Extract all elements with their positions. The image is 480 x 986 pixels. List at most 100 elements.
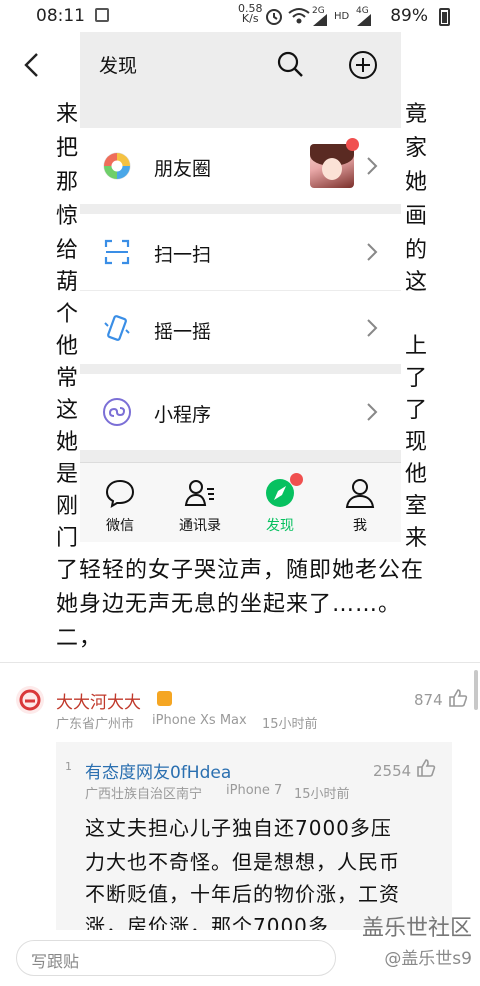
- menu-item-label: 朋友圈: [154, 158, 212, 180]
- watermark-title: 盖乐世社区: [361, 916, 472, 941]
- mini-program-icon: [103, 398, 131, 426]
- article-edge-char: 室: [405, 494, 428, 519]
- notification-icon: [95, 8, 109, 22]
- article-edge-char: 画: [405, 204, 428, 229]
- wifi-icon: [288, 8, 310, 24]
- menu-item-label: 摇一摇: [154, 321, 212, 343]
- article-line: 了轻轻的女子哭泣声，随即她老公在: [56, 558, 425, 583]
- article-edge-char: 上: [405, 334, 428, 359]
- article-line: 给: [56, 238, 80, 263]
- article-line: 她身边无声无息的坐起来了……。: [56, 592, 402, 617]
- article-edge-char: 了: [405, 398, 428, 423]
- bottom-tab-bar: 微信 通讯录 发现 我: [80, 462, 401, 542]
- search-icon[interactable]: [276, 50, 304, 78]
- status-bar: 08:11 0.58 K/s 2G HD 4G 89%: [0, 0, 480, 32]
- signal-2g-icon: [313, 14, 327, 26]
- person-icon: [345, 479, 375, 508]
- user-logo-icon: [19, 689, 41, 711]
- tab-chats[interactable]: 微信: [80, 463, 160, 543]
- discover-panel: 发现 朋友圈 扫一扫 摇一摇 小程序 微信 通讯录 发现 我: [80, 32, 401, 542]
- article-edge-char: 竟: [405, 102, 428, 127]
- article-line: 惊: [56, 204, 80, 229]
- reply-location: 广西壮族自治区南宁: [85, 787, 203, 802]
- tab-label: 微信: [106, 518, 134, 534]
- moments-badge: [346, 138, 359, 151]
- menu-item-mini-programs[interactable]: 小程序: [80, 374, 401, 450]
- page-title: 发现: [99, 55, 138, 77]
- article-line: 葫: [56, 270, 80, 295]
- shake-icon: [104, 315, 130, 341]
- scrollbar[interactable]: [474, 670, 478, 710]
- reply-floor-number: 1: [65, 760, 72, 773]
- tab-me[interactable]: 我: [320, 463, 400, 543]
- hd-label: HD: [334, 11, 350, 22]
- vip-badge-icon: [157, 691, 172, 706]
- battery-percent: 89%: [390, 6, 428, 26]
- article-line: 那: [56, 170, 80, 195]
- menu-item-moments[interactable]: 朋友圈: [80, 128, 401, 204]
- moments-icon: [103, 152, 131, 180]
- tab-contacts[interactable]: 通讯录: [160, 463, 240, 543]
- back-arrow-icon[interactable]: [18, 50, 48, 80]
- chevron-right-icon: [367, 319, 378, 337]
- reply-time: 15小时前: [294, 787, 350, 802]
- menu-item-scan[interactable]: 扫一扫: [80, 214, 401, 290]
- discover-badge: [290, 473, 303, 486]
- article-line: 是: [56, 462, 80, 487]
- thumbs-up-icon[interactable]: [448, 688, 468, 708]
- article-line: 这: [56, 398, 80, 423]
- contacts-icon: [184, 480, 214, 506]
- reply-device: iPhone 7: [226, 783, 283, 798]
- chevron-right-icon: [367, 403, 378, 421]
- reply-input-placeholder: 写跟贴: [31, 952, 80, 971]
- battery-icon: [439, 8, 450, 26]
- alarm-icon: [266, 9, 282, 25]
- add-icon[interactable]: [348, 50, 378, 80]
- reply-text-line: 这丈夫担心儿子独自还7000多压: [85, 816, 392, 840]
- article-edge-char: 现: [405, 430, 428, 455]
- friend-avatar: [310, 144, 354, 188]
- article-line: 个: [56, 302, 80, 327]
- comment-time: 15小时前: [262, 717, 318, 732]
- article-line: 门: [56, 526, 80, 551]
- commenter-name[interactable]: 大大河大大: [56, 688, 141, 713]
- status-time: 08:11: [36, 6, 85, 26]
- reply-author-name[interactable]: 有态度网友0fHdea: [85, 758, 231, 783]
- discover-header: 发现: [80, 32, 401, 97]
- article-edge-char: 了: [405, 366, 428, 391]
- avatar-face: [322, 158, 342, 180]
- net-speed: 0.58 K/s: [238, 3, 263, 25]
- article-edge-char: 的: [405, 238, 428, 263]
- menu-item-label: 小程序: [154, 404, 212, 426]
- article-line: 他: [56, 334, 80, 359]
- commenter-avatar[interactable]: [16, 686, 44, 714]
- article-line: 来: [56, 102, 80, 127]
- thumbs-up-icon[interactable]: [416, 758, 436, 778]
- article-edge-char: 他: [405, 462, 428, 487]
- signal-4g-icon: [357, 14, 371, 26]
- chevron-right-icon: [367, 157, 378, 175]
- chevron-right-icon: [367, 243, 378, 261]
- tab-discover[interactable]: 发现: [240, 463, 320, 543]
- reply-text-line: 力大也不奇怪。但是想想，人民币: [85, 850, 400, 874]
- scan-icon: [104, 239, 130, 265]
- watermark-handle: @盖乐世s9: [384, 949, 472, 969]
- reply-input[interactable]: 写跟贴: [16, 940, 336, 976]
- article-line: 把: [56, 136, 80, 161]
- comment-device: iPhone Xs Max: [152, 713, 247, 728]
- comment-location: 广东省广州市: [56, 717, 135, 732]
- reply-text-line: 不断贬值，十年后的物价涨，工资: [85, 882, 400, 906]
- section-divider: [0, 662, 480, 663]
- article-edge-char: 家: [405, 136, 428, 161]
- tab-label: 通讯录: [179, 518, 221, 534]
- article-line: 她: [56, 430, 80, 455]
- chat-bubble-icon: [105, 479, 135, 509]
- menu-item-shake[interactable]: 摇一摇: [80, 290, 401, 364]
- article-edge-char: 这: [405, 270, 428, 295]
- net-speed-unit: K/s: [241, 12, 259, 25]
- article-line: 常: [56, 366, 80, 391]
- reply-like-count: 2554: [373, 762, 412, 780]
- menu-item-label: 扫一扫: [154, 244, 212, 266]
- article-edge-char: 来: [405, 526, 428, 551]
- tab-label: 发现: [266, 518, 294, 534]
